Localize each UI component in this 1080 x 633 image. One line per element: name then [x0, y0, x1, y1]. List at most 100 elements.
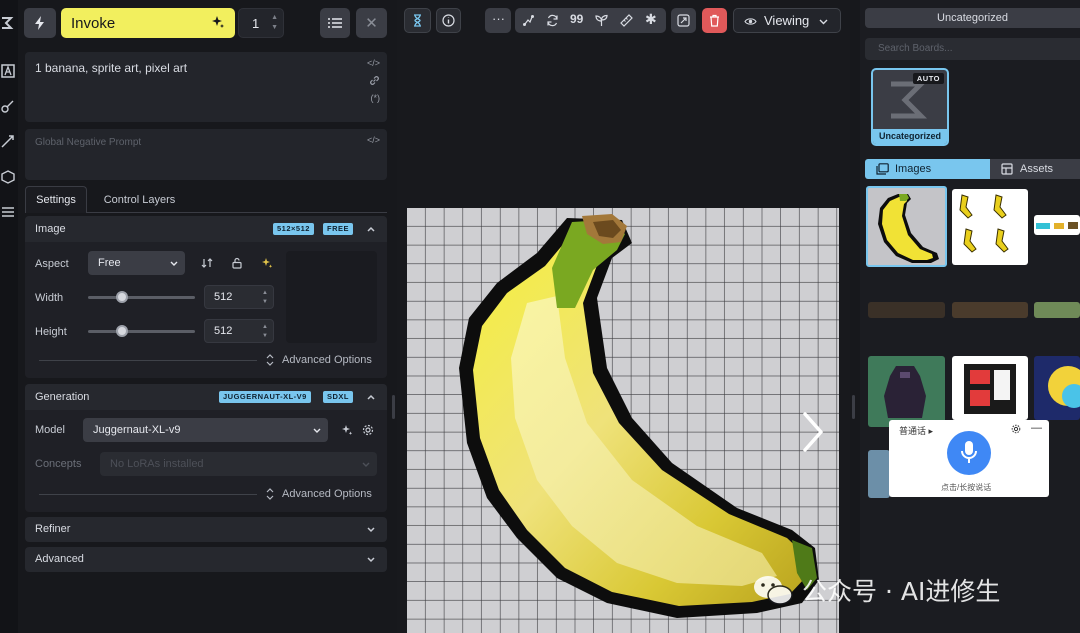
gear-icon[interactable] — [1011, 424, 1021, 434]
advanced-title: Advanced — [35, 553, 84, 565]
workflow-icon[interactable] — [522, 14, 535, 27]
upscale-button[interactable] — [671, 8, 696, 33]
code-icon[interactable]: </> — [367, 58, 380, 68]
gallery-thumbnail[interactable] — [1034, 302, 1080, 318]
link-icon[interactable] — [369, 75, 380, 86]
watermark-text: 公众号 · AI进修生 — [802, 577, 1001, 606]
width-slider[interactable] — [88, 296, 195, 299]
height-input[interactable]: 512 ▲ ▼ — [204, 319, 274, 343]
minimize-icon[interactable]: — — [1031, 422, 1042, 434]
stepper-arrows-icon[interactable]: ▲ ▼ — [262, 323, 268, 341]
next-image-arrow-icon[interactable] — [800, 410, 828, 454]
model-value: Juggernaut-XL-v9 — [93, 424, 181, 436]
abstract-image — [1048, 366, 1080, 408]
gallery-thumbnail[interactable] — [952, 189, 1028, 265]
image-panel-header[interactable]: Image 512×512 FREE — [25, 216, 387, 242]
board-select[interactable]: Uncategorized — [865, 8, 1080, 28]
gallery-thumbnail[interactable] — [868, 450, 890, 498]
robot-sprite-image — [964, 364, 1016, 414]
workflow-tab-icon[interactable] — [1, 134, 15, 148]
viewing-mode-select[interactable]: Viewing — [733, 8, 841, 33]
embedding-icon[interactable]: (*) — [371, 93, 381, 103]
model-tab-icon[interactable] — [1, 170, 15, 184]
stepper-arrows-icon[interactable]: ▲ ▼ — [262, 289, 268, 307]
progress-toggle-button[interactable] — [404, 8, 431, 33]
model-label: Model — [35, 424, 65, 436]
expand-icon — [677, 14, 690, 27]
negative-prompt-input[interactable]: Global Negative Prompt </> — [25, 129, 387, 180]
sparkle-icon[interactable] — [261, 257, 273, 269]
microphone-button[interactable] — [947, 431, 991, 475]
voice-language-select[interactable]: 普通话 ▸ — [899, 424, 933, 437]
aspect-select[interactable]: Free — [88, 251, 185, 275]
sprite-strip-image — [1036, 222, 1078, 229]
width-input[interactable]: 512 ▲ ▼ — [204, 285, 274, 309]
width-slider-thumb[interactable] — [116, 291, 129, 303]
concepts-select[interactable]: No LoRAs installed — [100, 452, 377, 476]
chevron-up-icon[interactable] — [365, 223, 377, 235]
lightning-button[interactable] — [24, 8, 56, 38]
size-badge: 512×512 — [273, 223, 314, 235]
positive-prompt-text: 1 banana, sprite art, pixel art — [35, 61, 188, 75]
advanced-panel-header[interactable]: Advanced — [25, 547, 387, 572]
board-tile-uncategorized[interactable]: AUTO Uncategorized — [871, 68, 949, 146]
asterisk-icon[interactable]: ✱ — [645, 11, 658, 27]
info-button[interactable] — [436, 8, 461, 33]
gallery-thumbnail[interactable] — [1034, 215, 1080, 235]
delete-button[interactable] — [702, 8, 727, 33]
refiner-panel-header[interactable]: Refiner — [25, 517, 387, 542]
image-panel-title: Image — [35, 223, 66, 235]
height-slider[interactable] — [88, 330, 195, 333]
tab-images[interactable]: Images — [865, 159, 990, 179]
gallery-thumbnail[interactable] — [868, 356, 945, 427]
more-button[interactable]: ··· — [485, 8, 511, 33]
auto-badge: AUTO — [912, 73, 944, 84]
positive-prompt-input[interactable]: 1 banana, sprite art, pixel art </> (*) — [25, 52, 387, 122]
chevron-up-icon[interactable] — [365, 391, 377, 403]
text-tab-icon[interactable] — [1, 64, 15, 78]
list-icon — [328, 18, 342, 28]
model-select[interactable]: Juggernaut-XL-v9 — [83, 418, 328, 442]
cancel-button[interactable]: ✕ — [356, 8, 387, 38]
generation-panel-header[interactable]: Generation JUGGERNAUT-XL-V9 SDXL — [25, 384, 387, 410]
seedling-icon[interactable] — [595, 14, 608, 27]
sdxl-badge: SDXL — [323, 391, 354, 403]
gear-icon[interactable] — [362, 424, 374, 436]
height-slider-thumb[interactable] — [116, 325, 129, 337]
more-icon: ··· — [492, 11, 505, 26]
chevron-updown-icon[interactable] — [265, 488, 275, 500]
gallery-thumbnail[interactable] — [866, 186, 947, 267]
image-advanced-options[interactable]: Advanced Options — [282, 354, 372, 366]
chevron-updown-icon[interactable] — [265, 354, 275, 366]
nodes-tab-icon[interactable] — [1, 99, 15, 113]
banana-thumbnail-image — [878, 194, 939, 263]
gallery-thumbnail[interactable] — [1034, 356, 1080, 420]
lock-icon[interactable] — [231, 257, 243, 269]
ruler-icon[interactable] — [620, 14, 633, 27]
lightning-icon — [35, 16, 44, 30]
left-resize-handle[interactable] — [392, 395, 395, 419]
tab-assets[interactable]: Assets — [990, 159, 1080, 179]
generation-panel: Generation JUGGERNAUT-XL-V9 SDXL Model J… — [25, 384, 387, 512]
swap-icon[interactable] — [201, 257, 213, 269]
stepper-arrows-icon[interactable]: ▲ ▼ — [271, 13, 278, 33]
gallery-thumbnail[interactable] — [952, 356, 1028, 420]
queue-tab-icon[interactable] — [1, 205, 15, 219]
refresh-icon[interactable] — [546, 14, 559, 27]
quote-icon[interactable]: 99 — [570, 12, 583, 26]
code-icon[interactable]: </> — [367, 135, 380, 145]
left-rail — [0, 0, 18, 633]
sparkle-icon[interactable] — [341, 424, 353, 436]
gallery-thumbnail[interactable] — [952, 302, 1028, 318]
queue-list-button[interactable] — [320, 8, 350, 38]
board-search-input[interactable]: Search Boards... — [865, 38, 1080, 60]
right-resize-handle[interactable] — [852, 395, 855, 419]
gallery-thumbnail[interactable] — [868, 302, 945, 318]
negative-prompt-placeholder: Global Negative Prompt — [35, 137, 142, 148]
invoke-button[interactable]: Invoke — [61, 8, 235, 38]
generation-advanced-options[interactable]: Advanced Options — [282, 488, 372, 500]
free-badge: FREE — [323, 223, 354, 235]
iterations-stepper[interactable]: 1 ▲ ▼ — [238, 8, 284, 38]
tab-settings[interactable]: Settings — [25, 186, 87, 213]
tab-control-layers[interactable]: Control Layers — [92, 186, 187, 213]
